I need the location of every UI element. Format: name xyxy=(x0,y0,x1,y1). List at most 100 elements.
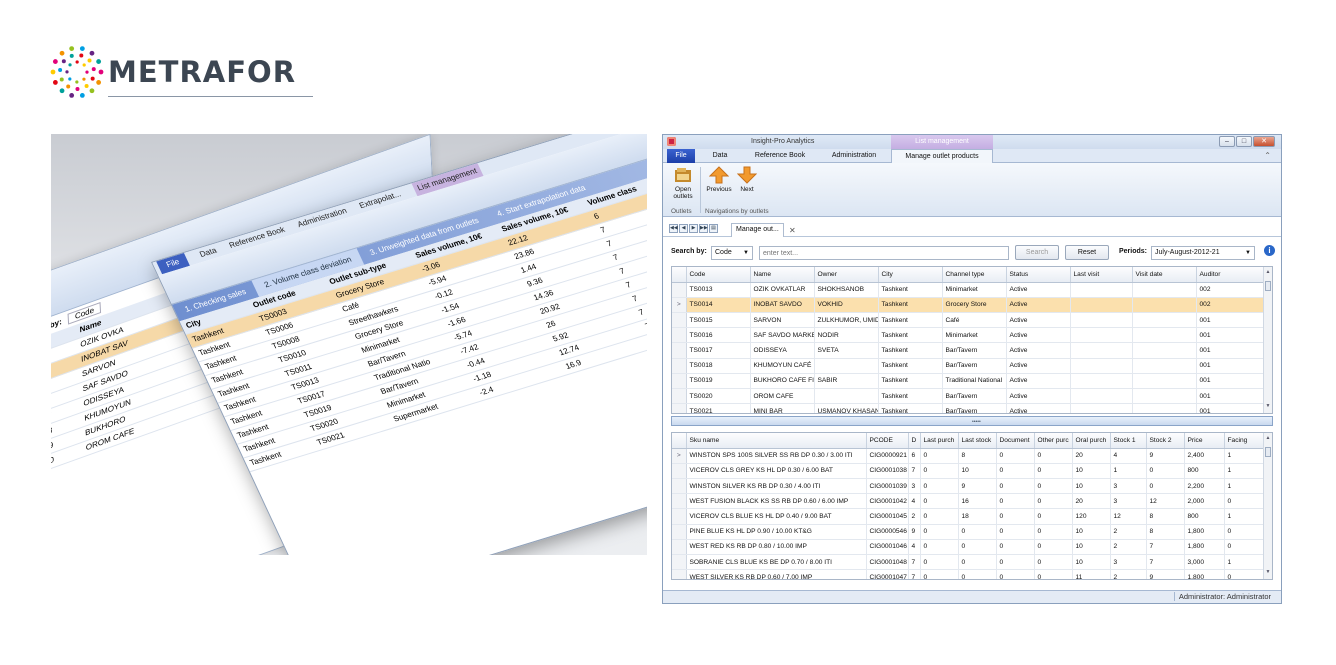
product-cell[interactable]: 2 xyxy=(1110,569,1147,579)
outlet-cell[interactable]: TS0014 xyxy=(686,297,751,314)
outlet-row[interactable]: TS0021 MINI BAR USMANOV KHASAN Tashkent Bar/… xyxy=(672,403,1265,413)
outlet-cell[interactable]: 002 xyxy=(1196,297,1265,314)
row-indicator[interactable] xyxy=(672,463,687,480)
outlet-cell[interactable]: Minimarket xyxy=(942,327,1007,344)
scroll-down-icon[interactable]: ▼ xyxy=(1264,569,1272,577)
product-cell[interactable]: 0 xyxy=(920,539,959,556)
outlet-cell[interactable]: Bar/Tavern xyxy=(942,403,1007,413)
outlet-cell[interactable]: Tashkent xyxy=(878,342,943,359)
outlet-column-header[interactable]: City xyxy=(878,267,943,283)
outlet-cell[interactable] xyxy=(1132,342,1197,359)
outlet-cell[interactable]: 001 xyxy=(1196,403,1265,413)
product-cell[interactable]: 0 xyxy=(1224,539,1265,556)
row-indicator[interactable] xyxy=(672,388,687,405)
outlet-cell[interactable]: SARVON xyxy=(750,312,815,329)
row-indicator[interactable] xyxy=(672,524,687,540)
row-indicator[interactable] xyxy=(672,342,687,359)
outlet-column-header[interactable]: Owner xyxy=(814,267,879,283)
product-cell[interactable]: CIG0000546 xyxy=(866,524,909,540)
outlet-cell[interactable]: Active xyxy=(1006,282,1071,298)
product-cell[interactable]: 0 xyxy=(1034,463,1073,480)
product-cell[interactable]: 0 xyxy=(1146,463,1185,480)
product-cell[interactable]: 1 xyxy=(1110,463,1147,480)
product-cell[interactable]: 7 xyxy=(908,554,921,571)
product-cell[interactable]: 0 xyxy=(1034,478,1073,495)
outlet-cell[interactable]: Active xyxy=(1006,327,1071,344)
outlet-cell[interactable] xyxy=(1132,312,1197,329)
close-button[interactable]: ✕ xyxy=(1253,136,1275,147)
info-icon[interactable]: i xyxy=(1264,245,1275,256)
product-column-header[interactable]: PCODE xyxy=(866,433,909,449)
outlet-cell[interactable] xyxy=(1070,327,1133,344)
tab-file[interactable]: File xyxy=(667,149,695,163)
outlet-cell[interactable]: Tashkent xyxy=(878,373,943,390)
outlet-cell[interactable]: SHOKHSANOB xyxy=(814,282,879,298)
product-cell[interactable]: PINE BLUE KS HL DP 0.90 / 10.00 KT&G xyxy=(686,524,867,540)
product-cell[interactable]: 1,800 xyxy=(1184,524,1225,540)
product-cell[interactable]: 3 xyxy=(1110,493,1147,510)
outlet-cell[interactable]: KHUMOYUN CAFÉ xyxy=(750,358,815,374)
product-cell[interactable]: 0 xyxy=(1034,539,1073,556)
product-cell[interactable]: 0 xyxy=(996,554,1035,571)
product-cell[interactable]: 9 xyxy=(908,524,921,540)
product-cell[interactable]: 1 xyxy=(1224,463,1265,480)
outlet-row[interactable]: TS0017 ODISSEYA SVETA Tashkent Bar/Tavern Act… xyxy=(672,342,1265,359)
product-cell[interactable]: 800 xyxy=(1184,508,1225,525)
product-cell[interactable]: 0 xyxy=(958,554,997,571)
product-cell[interactable]: 1 xyxy=(1224,478,1265,495)
product-cell[interactable]: 0 xyxy=(1146,478,1185,495)
product-cell[interactable]: WINSTON SILVER KS RB DP 0.30 / 4.00 ITI xyxy=(686,478,867,495)
product-cell[interactable]: CIG0001047 xyxy=(866,569,909,579)
product-cell[interactable]: 0 xyxy=(1034,448,1073,464)
product-cell[interactable]: 3 xyxy=(1110,478,1147,495)
outlet-column-header[interactable]: Status xyxy=(1006,267,1071,283)
row-indicator[interactable] xyxy=(672,554,687,571)
outlet-cell[interactable]: Active xyxy=(1006,312,1071,329)
last-tab-icon[interactable]: ▶▶ xyxy=(699,224,708,233)
outlet-row[interactable]: TS0016 SAF SAVDO MARKET NODIR Tashkent Minim… xyxy=(672,327,1265,344)
product-cell[interactable]: 1,800 xyxy=(1184,569,1225,579)
outlet-cell[interactable]: OROM CAFE xyxy=(750,388,815,405)
product-cell[interactable]: 16 xyxy=(958,493,997,510)
outlet-cell[interactable]: TS0019 xyxy=(686,373,751,390)
product-cell[interactable]: 0 xyxy=(920,524,959,540)
product-cell[interactable]: 11 xyxy=(1072,569,1111,579)
outlet-cell[interactable]: TS0020 xyxy=(686,388,751,405)
outlet-row[interactable]: TS0020 OROM CAFE Tashkent Bar/Tavern Active 0… xyxy=(672,388,1265,405)
product-cell[interactable]: 4 xyxy=(908,539,921,556)
row-indicator[interactable] xyxy=(672,569,687,579)
product-cell[interactable]: 2 xyxy=(1110,524,1147,540)
outlet-row[interactable]: > TS0014 INOBAT SAVDO VOKHID Tashkent Grocery… xyxy=(672,297,1265,314)
row-indicator[interactable] xyxy=(672,539,687,556)
outlet-cell[interactable] xyxy=(1132,403,1197,413)
product-cell[interactable]: 10 xyxy=(958,463,997,480)
product-row[interactable]: WEST FUSION BLACK KS SS RB DP 0.60 / 6.0… xyxy=(672,493,1265,510)
outlet-cell[interactable] xyxy=(1132,282,1197,298)
tab-list-icon[interactable]: ▤ xyxy=(709,224,718,233)
outlet-row[interactable]: TS0013 OZIK OVKATLAR SHOKHSANOB Tashkent Min… xyxy=(672,282,1265,298)
outlet-cell[interactable]: TS0017 xyxy=(686,342,751,359)
product-cell[interactable]: 0 xyxy=(1224,524,1265,540)
outlet-cell[interactable]: INOBAT SAVDO xyxy=(750,297,815,314)
outlet-cell[interactable] xyxy=(1132,297,1197,314)
outlet-cell[interactable] xyxy=(1132,358,1197,374)
product-cell[interactable]: 8 xyxy=(1146,508,1185,525)
product-cell[interactable]: 10 xyxy=(1072,554,1111,571)
product-cell[interactable]: 10 xyxy=(1072,478,1111,495)
grid-splitter[interactable]: ••••• xyxy=(671,416,1273,426)
outlet-cell[interactable]: Tashkent xyxy=(878,358,943,374)
tab-administration[interactable]: Administration xyxy=(825,149,883,163)
outlet-cell[interactable]: Tashkent xyxy=(878,403,943,413)
next-button[interactable]: Next xyxy=(735,166,759,193)
product-column-header[interactable]: Stock 2 xyxy=(1146,433,1185,449)
product-cell[interactable]: 2,400 xyxy=(1184,448,1225,464)
product-cell[interactable]: 2 xyxy=(908,508,921,525)
outlet-cell[interactable]: Café xyxy=(942,312,1007,329)
row-indicator[interactable]: > xyxy=(672,448,687,464)
row-indicator[interactable] xyxy=(672,478,687,495)
outlet-cell[interactable] xyxy=(1070,297,1133,314)
product-cell[interactable]: CIG0001042 xyxy=(866,493,909,510)
tab-data[interactable]: Data xyxy=(707,149,733,163)
outlet-cell[interactable]: BUKHORO CAFE FIRDAVS xyxy=(750,373,815,390)
product-cell[interactable]: 9 xyxy=(1146,448,1185,464)
